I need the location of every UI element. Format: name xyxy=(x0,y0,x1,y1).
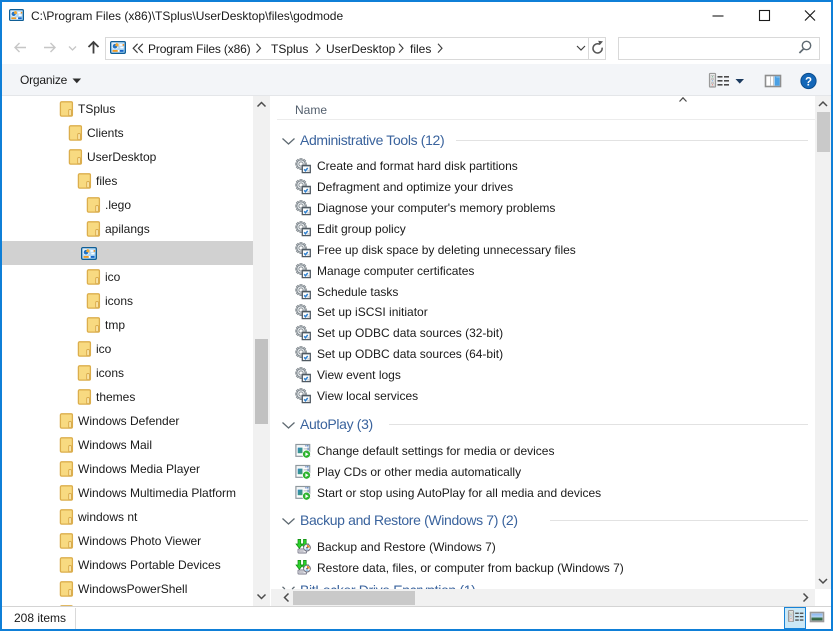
svg-text:?: ? xyxy=(805,76,812,88)
